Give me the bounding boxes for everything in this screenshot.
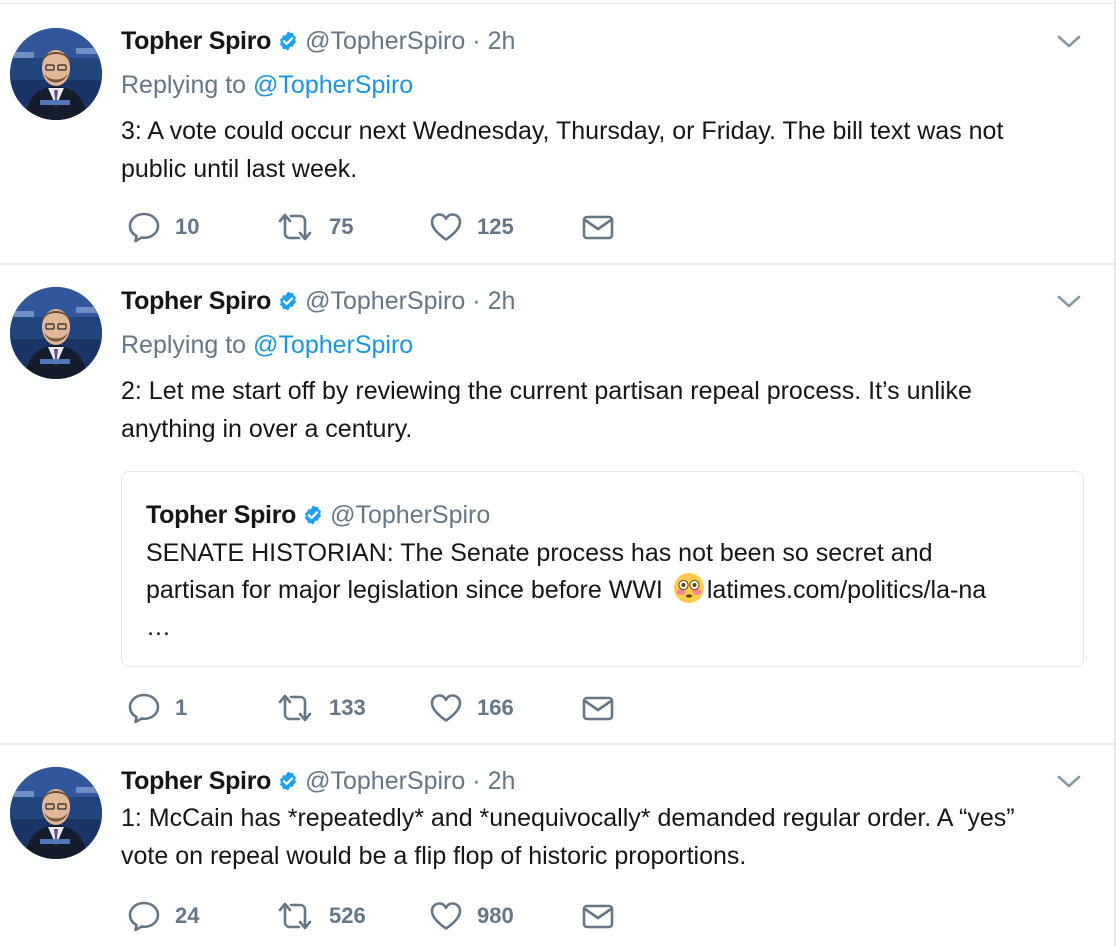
flushed-face-emoji-icon: [673, 572, 705, 604]
like-button[interactable]: 125: [429, 211, 514, 243]
avatar[interactable]: [10, 767, 102, 859]
quoted-text-line: SENATE HISTORIAN: The Senate process has…: [146, 539, 933, 567]
quoted-tweet-header: Topher Spiro @TopherSpiro: [146, 500, 490, 530]
replying-to-link[interactable]: @TopherSpiro: [253, 331, 413, 359]
like-count: 166: [477, 695, 514, 720]
tweet-item[interactable]: Topher Spiro @TopherSpiro · 2h Replying …: [0, 4, 1114, 265]
envelope-icon: [581, 694, 615, 722]
replying-to: Replying to @TopherSpiro: [121, 331, 413, 360]
separator: ·: [472, 766, 481, 795]
replying-to: Replying to @TopherSpiro: [121, 71, 413, 100]
tweet-text-line: 2: Let me start off by reviewing the cur…: [121, 377, 972, 405]
reply-button[interactable]: 24: [127, 900, 199, 932]
reply-count: 1: [175, 695, 188, 720]
like-button[interactable]: 166: [429, 692, 514, 724]
verified-badge-icon: [277, 290, 299, 312]
timestamp[interactable]: 2h: [488, 767, 516, 796]
tweet-text: 3: A vote could occur next Wednesday, Th…: [121, 112, 1091, 188]
reply-button[interactable]: 1: [127, 692, 187, 724]
chevron-down-icon[interactable]: [1056, 33, 1082, 51]
envelope-icon: [581, 902, 615, 930]
tweet-header: Topher Spiro @TopherSpiro · 2h: [121, 764, 515, 798]
reply-count: 24: [175, 903, 200, 928]
like-count: 980: [477, 903, 514, 928]
envelope-icon: [581, 213, 615, 241]
quoted-text-line: partisan for major legislation since bef…: [146, 572, 1066, 609]
tweet-item[interactable]: Topher Spiro @TopherSpiro · 2h 1: McCain…: [0, 745, 1114, 946]
retweet-icon: [275, 211, 315, 243]
quoted-text-segment: partisan for major legislation since bef…: [146, 576, 663, 604]
verified-badge-icon: [302, 504, 324, 526]
direct-message-button[interactable]: [581, 211, 615, 243]
retweet-button[interactable]: 133: [275, 692, 366, 724]
reply-icon: [127, 692, 161, 724]
replying-to-prefix: Replying to: [121, 331, 247, 359]
avatar[interactable]: [10, 287, 102, 379]
tweet-text-line: 1: McCain has *repeatedly* and *unequivo…: [121, 804, 1015, 832]
tweet-text-line: vote on repeal would be a flip flop of h…: [121, 842, 747, 870]
tweet-text-line: anything in over a century.: [121, 415, 413, 443]
timestamp[interactable]: 2h: [488, 27, 516, 56]
replying-to-link[interactable]: @TopherSpiro: [253, 71, 413, 99]
direct-message-button[interactable]: [581, 900, 615, 932]
retweet-icon: [275, 692, 315, 724]
tweet-text-line: 3: A vote could occur next Wednesday, Th…: [121, 117, 1004, 145]
author-name[interactable]: Topher Spiro: [121, 287, 271, 316]
retweet-count: 133: [329, 695, 366, 720]
author-name[interactable]: Topher Spiro: [121, 27, 271, 56]
heart-icon: [429, 900, 463, 932]
retweet-button[interactable]: 75: [275, 211, 353, 243]
replying-to-prefix: Replying to: [121, 71, 247, 99]
heart-icon: [429, 692, 463, 724]
quoted-tweet-text: SENATE HISTORIAN: The Senate process has…: [146, 535, 1066, 646]
like-count: 125: [477, 214, 514, 239]
tweet-text: 2: Let me start off by reviewing the cur…: [121, 372, 1091, 448]
like-button[interactable]: 980: [429, 900, 514, 932]
quoted-text-ellipsis: …: [146, 613, 171, 641]
author-name[interactable]: Topher Spiro: [121, 767, 271, 796]
heart-icon: [429, 211, 463, 243]
retweet-count: 75: [329, 214, 354, 239]
retweet-button[interactable]: 526: [275, 900, 366, 932]
avatar[interactable]: [10, 28, 102, 120]
reply-button[interactable]: 10: [127, 211, 199, 243]
separator: ·: [472, 286, 481, 315]
verified-badge-icon: [277, 30, 299, 52]
author-handle[interactable]: @TopherSpiro: [305, 767, 465, 796]
quoted-author-name: Topher Spiro: [146, 500, 297, 529]
verified-badge-icon: [277, 770, 299, 792]
direct-message-button[interactable]: [581, 692, 615, 724]
quoted-author-handle: @TopherSpiro: [330, 500, 491, 529]
retweet-icon: [275, 900, 315, 932]
author-handle[interactable]: @TopherSpiro: [305, 27, 465, 56]
timeline: Topher Spiro @TopherSpiro · 2h Replying …: [0, 0, 1116, 946]
author-handle[interactable]: @TopherSpiro: [305, 287, 465, 316]
reply-icon: [127, 211, 161, 243]
quoted-tweet[interactable]: Topher Spiro @TopherSpiro SENATE HISTORI…: [121, 471, 1084, 667]
chevron-down-icon[interactable]: [1056, 293, 1082, 311]
reply-icon: [127, 900, 161, 932]
reply-count: 10: [175, 214, 200, 239]
tweet-header: Topher Spiro @TopherSpiro · 2h: [121, 24, 515, 58]
tweet-text: 1: McCain has *repeatedly* and *unequivo…: [121, 799, 1091, 875]
retweet-count: 526: [329, 903, 366, 928]
quoted-link-text: latimes.com/politics/la-na: [706, 576, 987, 604]
tweet-header: Topher Spiro @TopherSpiro · 2h: [121, 284, 515, 318]
chevron-down-icon[interactable]: [1056, 773, 1082, 791]
tweet-text-line: public until last week.: [121, 155, 358, 183]
timestamp[interactable]: 2h: [488, 287, 516, 316]
separator: ·: [472, 26, 481, 55]
